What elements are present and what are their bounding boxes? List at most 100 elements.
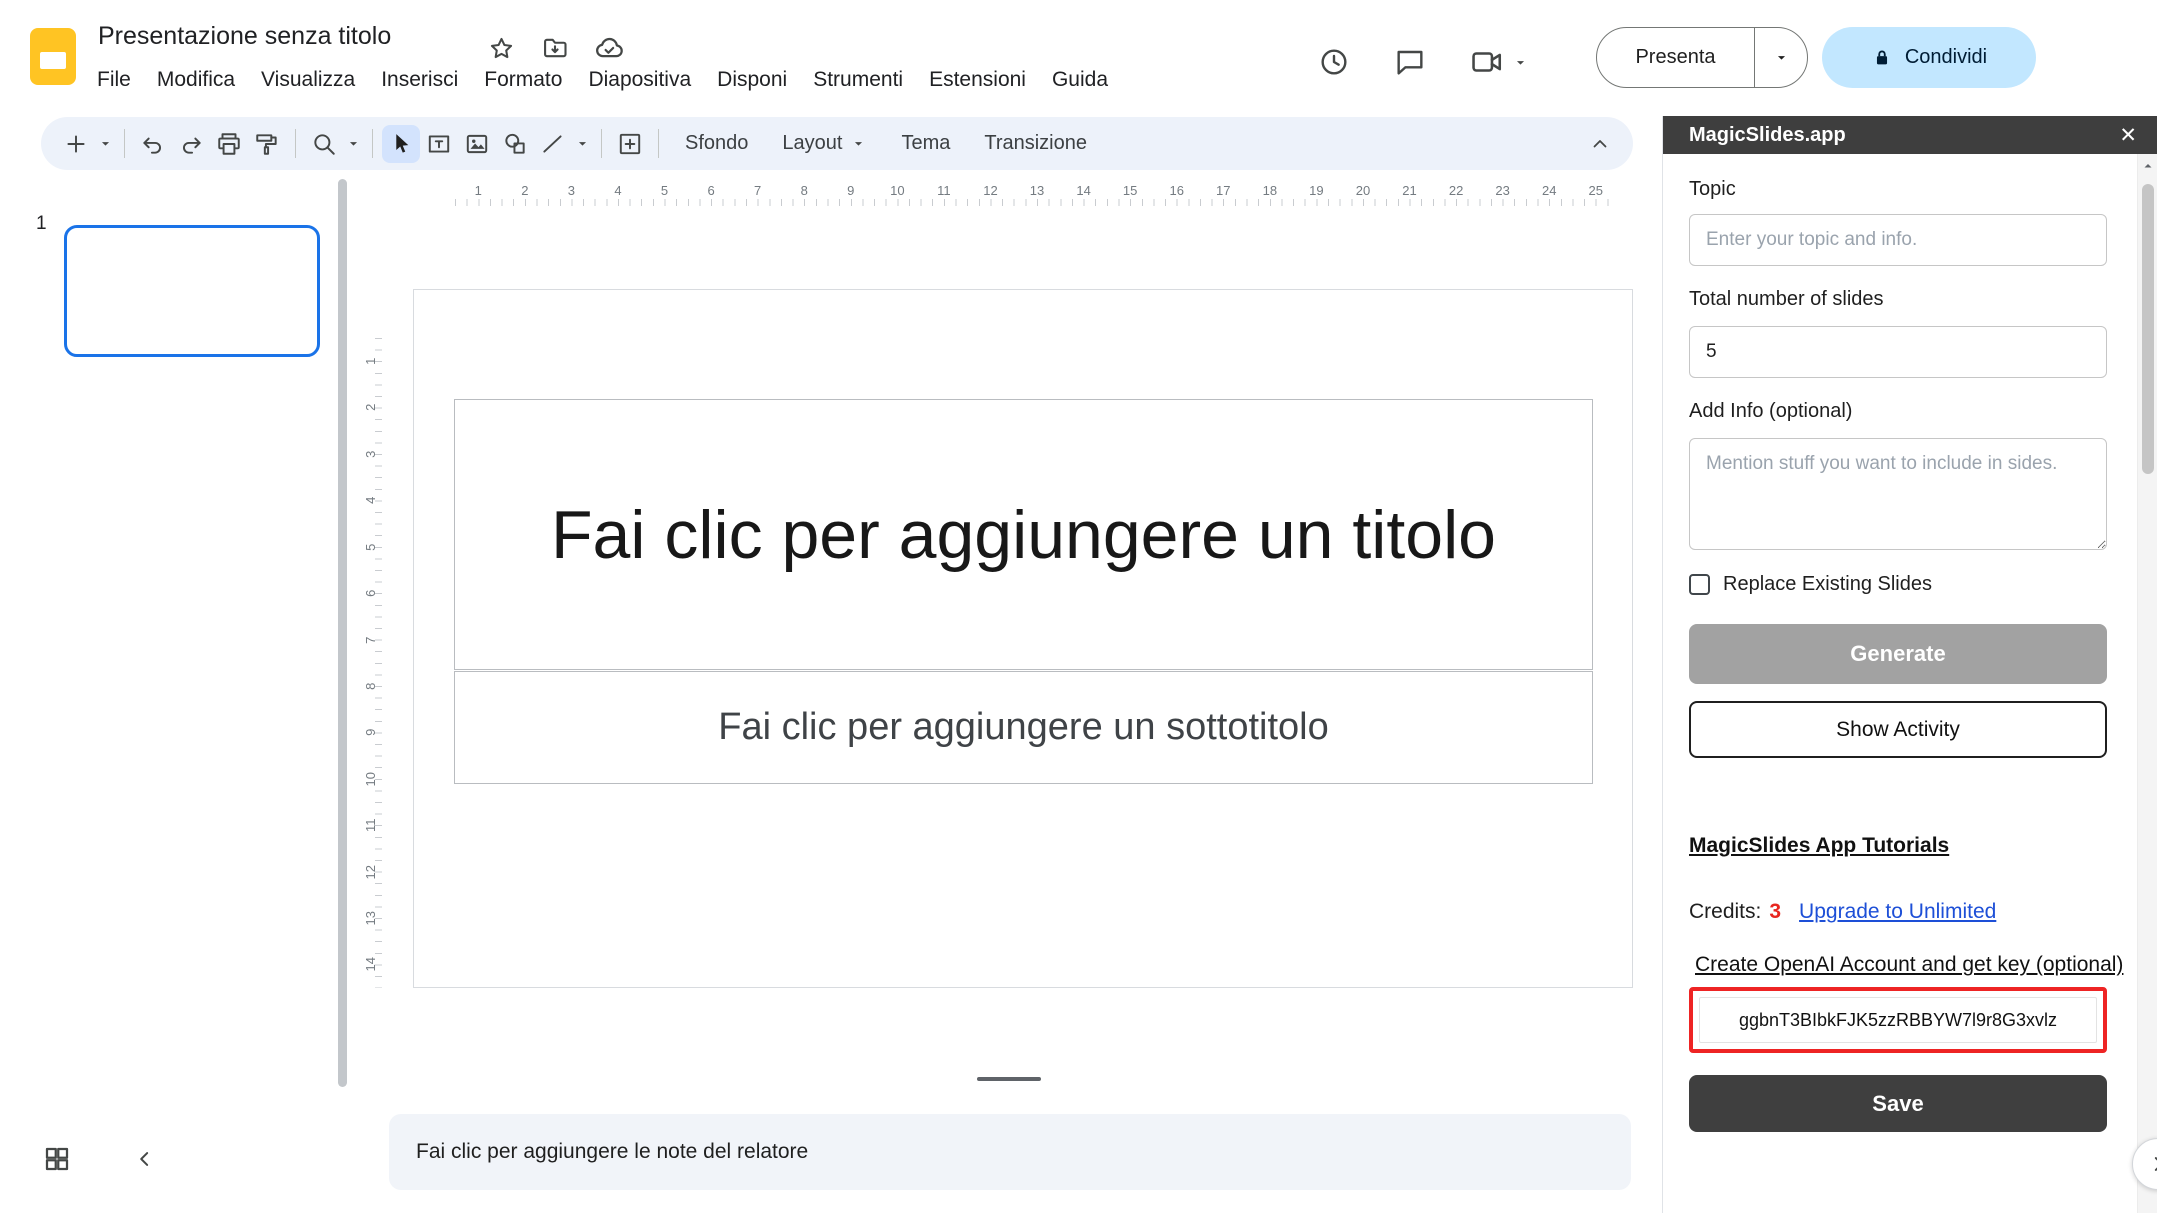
menubar-item[interactable]: Formato (471, 62, 575, 98)
toolbar-separator (601, 129, 602, 158)
document-title[interactable]: Presentazione senza titolo (98, 22, 391, 51)
print-button[interactable] (210, 125, 248, 163)
zoom-caret-icon[interactable] (343, 135, 363, 152)
new-slide-caret-icon[interactable] (95, 135, 115, 152)
text-box-button[interactable] (420, 125, 458, 163)
replace-slides-checkbox[interactable] (1689, 574, 1710, 595)
zoom-button[interactable] (305, 125, 343, 163)
present-button[interactable]: Presenta (1596, 27, 1808, 88)
topic-input[interactable] (1689, 214, 2107, 266)
add-info-textarea[interactable] (1689, 438, 2107, 550)
speaker-notes[interactable]: Fai clic per aggiungere le note del rela… (389, 1114, 1631, 1190)
collapse-toolbar-button[interactable] (1581, 125, 1619, 163)
menubar-item[interactable]: File (84, 62, 144, 98)
slides-logo-icon[interactable] (30, 28, 76, 85)
ruler-tick-label: 3 (347, 442, 393, 466)
replace-slides-row: Replace Existing Slides (1689, 573, 2107, 596)
menubar-item[interactable]: Visualizza (248, 62, 368, 98)
magicslides-panel-body: Topic Total number of slides Add Info (o… (1663, 154, 2135, 1213)
theme-button[interactable]: Tema (884, 132, 967, 155)
line-caret-icon[interactable] (572, 135, 592, 152)
version-history-icon[interactable] (1318, 46, 1350, 78)
ruler-tick-label: 18 (1247, 183, 1294, 206)
ruler-tick-label: 5 (641, 183, 688, 206)
grid-view-button[interactable] (42, 1144, 72, 1179)
select-tool-button[interactable] (382, 125, 420, 163)
star-icon[interactable] (486, 33, 516, 63)
menubar-item[interactable]: Disponi (704, 62, 800, 98)
ruler-tick-label: 19 (1293, 183, 1340, 206)
lock-icon (1871, 47, 1893, 69)
share-button[interactable]: Condividi (1822, 27, 2036, 88)
subtitle-placeholder-box[interactable]: Fai clic per aggiungere un sottotitolo (454, 671, 1593, 784)
move-folder-icon[interactable] (540, 33, 570, 63)
menubar-item[interactable]: Inserisci (368, 62, 471, 98)
ruler-tick-label: 5 (347, 535, 393, 559)
ruler-tick-label: 11 (921, 183, 968, 206)
replace-slides-label: Replace Existing Slides (1723, 573, 1932, 596)
layout-button[interactable]: Layout (765, 132, 884, 155)
toolbar-separator (658, 129, 659, 158)
ruler-tick-label: 24 (1526, 183, 1573, 206)
panel-scrollbar-thumb[interactable] (2142, 184, 2154, 474)
generate-button[interactable]: Generate (1689, 624, 2107, 684)
total-slides-input[interactable] (1689, 326, 2107, 378)
upgrade-link[interactable]: Upgrade to Unlimited (1799, 900, 1996, 924)
paint-format-button[interactable] (248, 125, 286, 163)
redo-button[interactable] (172, 125, 210, 163)
new-slide-button[interactable] (57, 125, 95, 163)
openai-key-link[interactable]: Create OpenAI Account and get key (optio… (1695, 950, 2125, 979)
menubar-item[interactable]: Estensioni (916, 62, 1039, 98)
api-key-input[interactable] (1699, 997, 2097, 1043)
ruler-tick-label: 3 (548, 183, 595, 206)
layout-label: Layout (782, 132, 842, 155)
ruler-tick-label: 4 (347, 488, 393, 512)
filmstrip-scrollbar[interactable] (338, 179, 347, 1087)
tutorials-link[interactable]: MagicSlides App Tutorials (1689, 834, 1949, 858)
google-slides-app: Presentazione senza titolo FileModificaV… (0, 0, 2157, 1213)
ruler-tick-label: 23 (1479, 183, 1526, 206)
menubar-item[interactable]: Guida (1039, 62, 1121, 98)
comments-icon[interactable] (1394, 46, 1426, 78)
notes-drag-handle[interactable] (977, 1077, 1041, 1081)
ruler-tick-label: 6 (688, 183, 735, 206)
menubar-item[interactable]: Strumenti (800, 62, 916, 98)
ruler-tick-label: 13 (1014, 183, 1061, 206)
insert-comment-button[interactable] (611, 125, 649, 163)
meet-camera-button[interactable] (1470, 45, 1529, 79)
cloud-saved-icon[interactable] (594, 33, 624, 63)
show-activity-button[interactable]: Show Activity (1689, 701, 2107, 758)
menubar-item[interactable]: Diapositiva (575, 62, 704, 98)
undo-button[interactable] (134, 125, 172, 163)
menubar-item[interactable]: Modifica (144, 62, 248, 98)
toolbar-separator (124, 129, 125, 158)
present-options-caret-icon[interactable] (1755, 49, 1807, 66)
slide-canvas[interactable]: Fai clic per aggiungere un titolo Fai cl… (413, 289, 1633, 988)
credits-value: 3 (1769, 900, 1781, 924)
scrollbar-up-arrow-icon[interactable] (2138, 154, 2157, 178)
slide-thumbnail[interactable] (64, 225, 320, 357)
close-panel-icon[interactable]: ✕ (2119, 125, 2137, 146)
slide-number: 1 (36, 213, 47, 235)
vertical-ruler: 1234567891011121314 (358, 338, 382, 988)
ruler-tick-label: 1 (455, 183, 502, 206)
transition-button[interactable]: Transizione (967, 132, 1104, 155)
save-button[interactable]: Save (1689, 1075, 2107, 1132)
insert-shape-button[interactable] (496, 125, 534, 163)
insert-image-button[interactable] (458, 125, 496, 163)
collapse-filmstrip-button[interactable] (132, 1146, 158, 1177)
magicslides-panel: MagicSlides.app ✕ Topic Total number of … (1662, 116, 2157, 1213)
cursor-icon (389, 131, 414, 156)
transition-label: Transizione (984, 132, 1087, 155)
background-button[interactable]: Sfondo (668, 132, 765, 155)
ruler-tick-label: 13 (347, 906, 393, 930)
meet-caret-icon[interactable] (1512, 54, 1529, 71)
insert-line-button[interactable] (534, 125, 572, 163)
title-placeholder-box[interactable]: Fai clic per aggiungere un titolo (454, 399, 1593, 670)
panel-scrollbar[interactable] (2137, 154, 2157, 1213)
toolbar-separator (372, 129, 373, 158)
ruler-tick-label: 14 (347, 953, 393, 977)
ruler-tick-label: 2 (502, 183, 549, 206)
title-placeholder-text: Fai clic per aggiungere un titolo (551, 484, 1496, 586)
magicslides-title: MagicSlides.app (1689, 124, 2119, 147)
